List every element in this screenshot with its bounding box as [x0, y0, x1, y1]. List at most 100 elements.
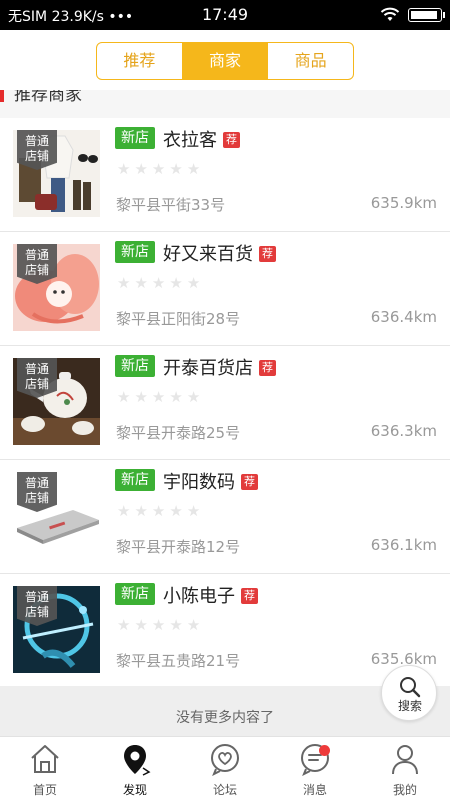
star-icon: ★	[151, 274, 166, 292]
store-distance: 635.9km	[370, 194, 437, 212]
store-name: 宇阳数码	[163, 472, 235, 493]
store-thumbnail: 普通 店铺	[13, 472, 100, 559]
recommend-tag: 荐	[241, 588, 258, 604]
store-type-badge: 普通 店铺	[17, 244, 57, 284]
battery-icon	[408, 7, 445, 22]
star-icon: ★	[169, 502, 183, 520]
nav-forum[interactable]: 论坛	[180, 737, 270, 800]
star-icon: ★	[117, 616, 131, 634]
store-thumbnail: 普通 店铺	[13, 244, 100, 331]
star-icon: ★	[117, 160, 131, 178]
store-thumbnail: 普通 店铺	[13, 586, 100, 673]
store-name-row: 开泰百货店荐	[163, 354, 276, 380]
star-icon: ★	[151, 388, 166, 406]
section-accent-bar	[0, 90, 4, 102]
store-name: 衣拉客	[163, 130, 217, 151]
top-tab-bar: 推荐 商家 商品	[0, 30, 450, 90]
star-icon: ★	[186, 616, 201, 634]
location-icon	[124, 745, 151, 776]
store-item[interactable]: 普通 店铺 新店 衣拉客荐 ★ ★ ★ ★ ★ 黎平县平街33号 635.9km	[0, 118, 450, 232]
star-icon: ★	[151, 502, 166, 520]
tab-merchants[interactable]: 商家	[182, 43, 269, 79]
heart-chat-icon	[211, 744, 239, 776]
user-icon	[392, 745, 418, 775]
status-right	[380, 7, 445, 22]
search-label: 搜索	[397, 699, 422, 713]
star-icon: ★	[117, 388, 131, 406]
segmented-control: 推荐 商家 商品	[96, 42, 354, 80]
nav-profile-label: 我的	[392, 783, 417, 797]
store-item[interactable]: 普通 店铺 新店 小陈电子荐 ★ ★ ★ ★ ★ 黎平县五贵路21号 635.6km	[0, 574, 450, 686]
store-name-row: 好又来百货荐	[163, 240, 276, 266]
store-distance: 636.1km	[370, 536, 437, 554]
store-list: 普通 店铺 新店 衣拉客荐 ★ ★ ★ ★ ★ 黎平县平街33号 635.9km 普通 …	[0, 118, 450, 686]
store-type-badge: 普通 店铺	[17, 586, 57, 626]
nav-home-label: 首页	[32, 783, 57, 797]
search-icon	[400, 677, 421, 698]
nav-discover-label: 发现	[122, 783, 147, 797]
store-address: 黎平县开泰路12号	[116, 538, 241, 556]
nav-profile[interactable]: 我的	[360, 737, 450, 800]
unread-dot	[319, 745, 330, 756]
search-button[interactable]: 搜索	[381, 665, 437, 721]
store-type-badge: 普通 店铺	[17, 472, 57, 512]
star-icon: ★	[134, 502, 148, 520]
store-thumbnail: 普通 店铺	[13, 130, 100, 217]
new-store-tag: 新店	[115, 355, 155, 377]
star-icon: ★	[186, 502, 201, 520]
star-icon: ★	[151, 616, 166, 634]
tab-recommend[interactable]: 推荐	[97, 43, 183, 79]
store-address: 黎平县开泰路25号	[116, 424, 241, 442]
bottom-nav: 首页 发现 论坛 消息 我的	[0, 736, 450, 800]
nav-messages[interactable]: 消息	[270, 737, 360, 800]
store-distance: 636.3km	[370, 422, 437, 440]
store-item[interactable]: 普通 店铺 新店 宇阳数码荐 ★ ★ ★ ★ ★ 黎平县开泰路12号 636.1km	[0, 460, 450, 574]
new-store-tag: 新店	[115, 127, 155, 149]
star-icon: ★	[134, 388, 148, 406]
new-store-tag: 新店	[115, 241, 155, 263]
store-type-badge: 普通 店铺	[17, 130, 57, 170]
store-name-row: 宇阳数码荐	[163, 468, 258, 494]
status-bar: 无SIM 23.9K/s ••• 17:49	[0, 0, 450, 30]
star-icon: ★	[186, 388, 201, 406]
store-address: 黎平县平街33号	[116, 196, 226, 214]
star-icon: ★	[169, 160, 183, 178]
new-store-tag: 新店	[115, 469, 155, 491]
star-icon: ★	[134, 616, 148, 634]
rating-stars: ★ ★ ★ ★ ★	[117, 389, 200, 405]
store-item[interactable]: 普通 店铺 新店 开泰百货店荐 ★ ★ ★ ★ ★ 黎平县开泰路25号 636.3km	[0, 346, 450, 460]
rating-stars: ★ ★ ★ ★ ★	[117, 161, 200, 177]
star-icon: ★	[186, 274, 201, 292]
nav-forum-label: 论坛	[212, 783, 237, 797]
star-icon: ★	[151, 160, 166, 178]
rating-stars: ★ ★ ★ ★ ★	[117, 503, 200, 519]
recommend-tag: 荐	[241, 474, 258, 490]
tab-products[interactable]: 商品	[268, 43, 353, 79]
store-address: 黎平县五贵路21号	[116, 652, 241, 670]
store-address: 黎平县正阳街28号	[116, 310, 241, 328]
star-icon: ★	[134, 160, 148, 178]
store-name: 开泰百货店	[163, 358, 253, 379]
store-item[interactable]: 普通 店铺 新店 好又来百货荐 ★ ★ ★ ★ ★ 黎平县正阳街28号 636.4km	[0, 232, 450, 346]
new-store-tag: 新店	[115, 583, 155, 605]
section-title: 推荐商家	[14, 90, 82, 105]
star-icon: ★	[117, 274, 131, 292]
store-thumbnail: 普通 店铺	[13, 358, 100, 445]
star-icon: ★	[186, 160, 201, 178]
star-icon: ★	[134, 274, 148, 292]
wifi-icon	[380, 7, 400, 21]
nav-discover[interactable]: 发现	[90, 737, 180, 800]
star-icon: ★	[117, 502, 131, 520]
rating-stars: ★ ★ ★ ★ ★	[117, 275, 200, 291]
nav-messages-label: 消息	[302, 783, 327, 797]
recommend-tag: 荐	[259, 360, 276, 376]
recommend-tag: 荐	[259, 246, 276, 262]
recommend-tag: 荐	[223, 132, 240, 148]
store-name-row: 衣拉客荐	[163, 126, 240, 152]
home-icon	[31, 745, 59, 773]
star-icon: ★	[169, 616, 183, 634]
nav-home[interactable]: 首页	[0, 737, 90, 800]
star-icon: ★	[169, 274, 183, 292]
store-type-badge: 普通 店铺	[17, 358, 57, 398]
star-icon: ★	[169, 388, 183, 406]
